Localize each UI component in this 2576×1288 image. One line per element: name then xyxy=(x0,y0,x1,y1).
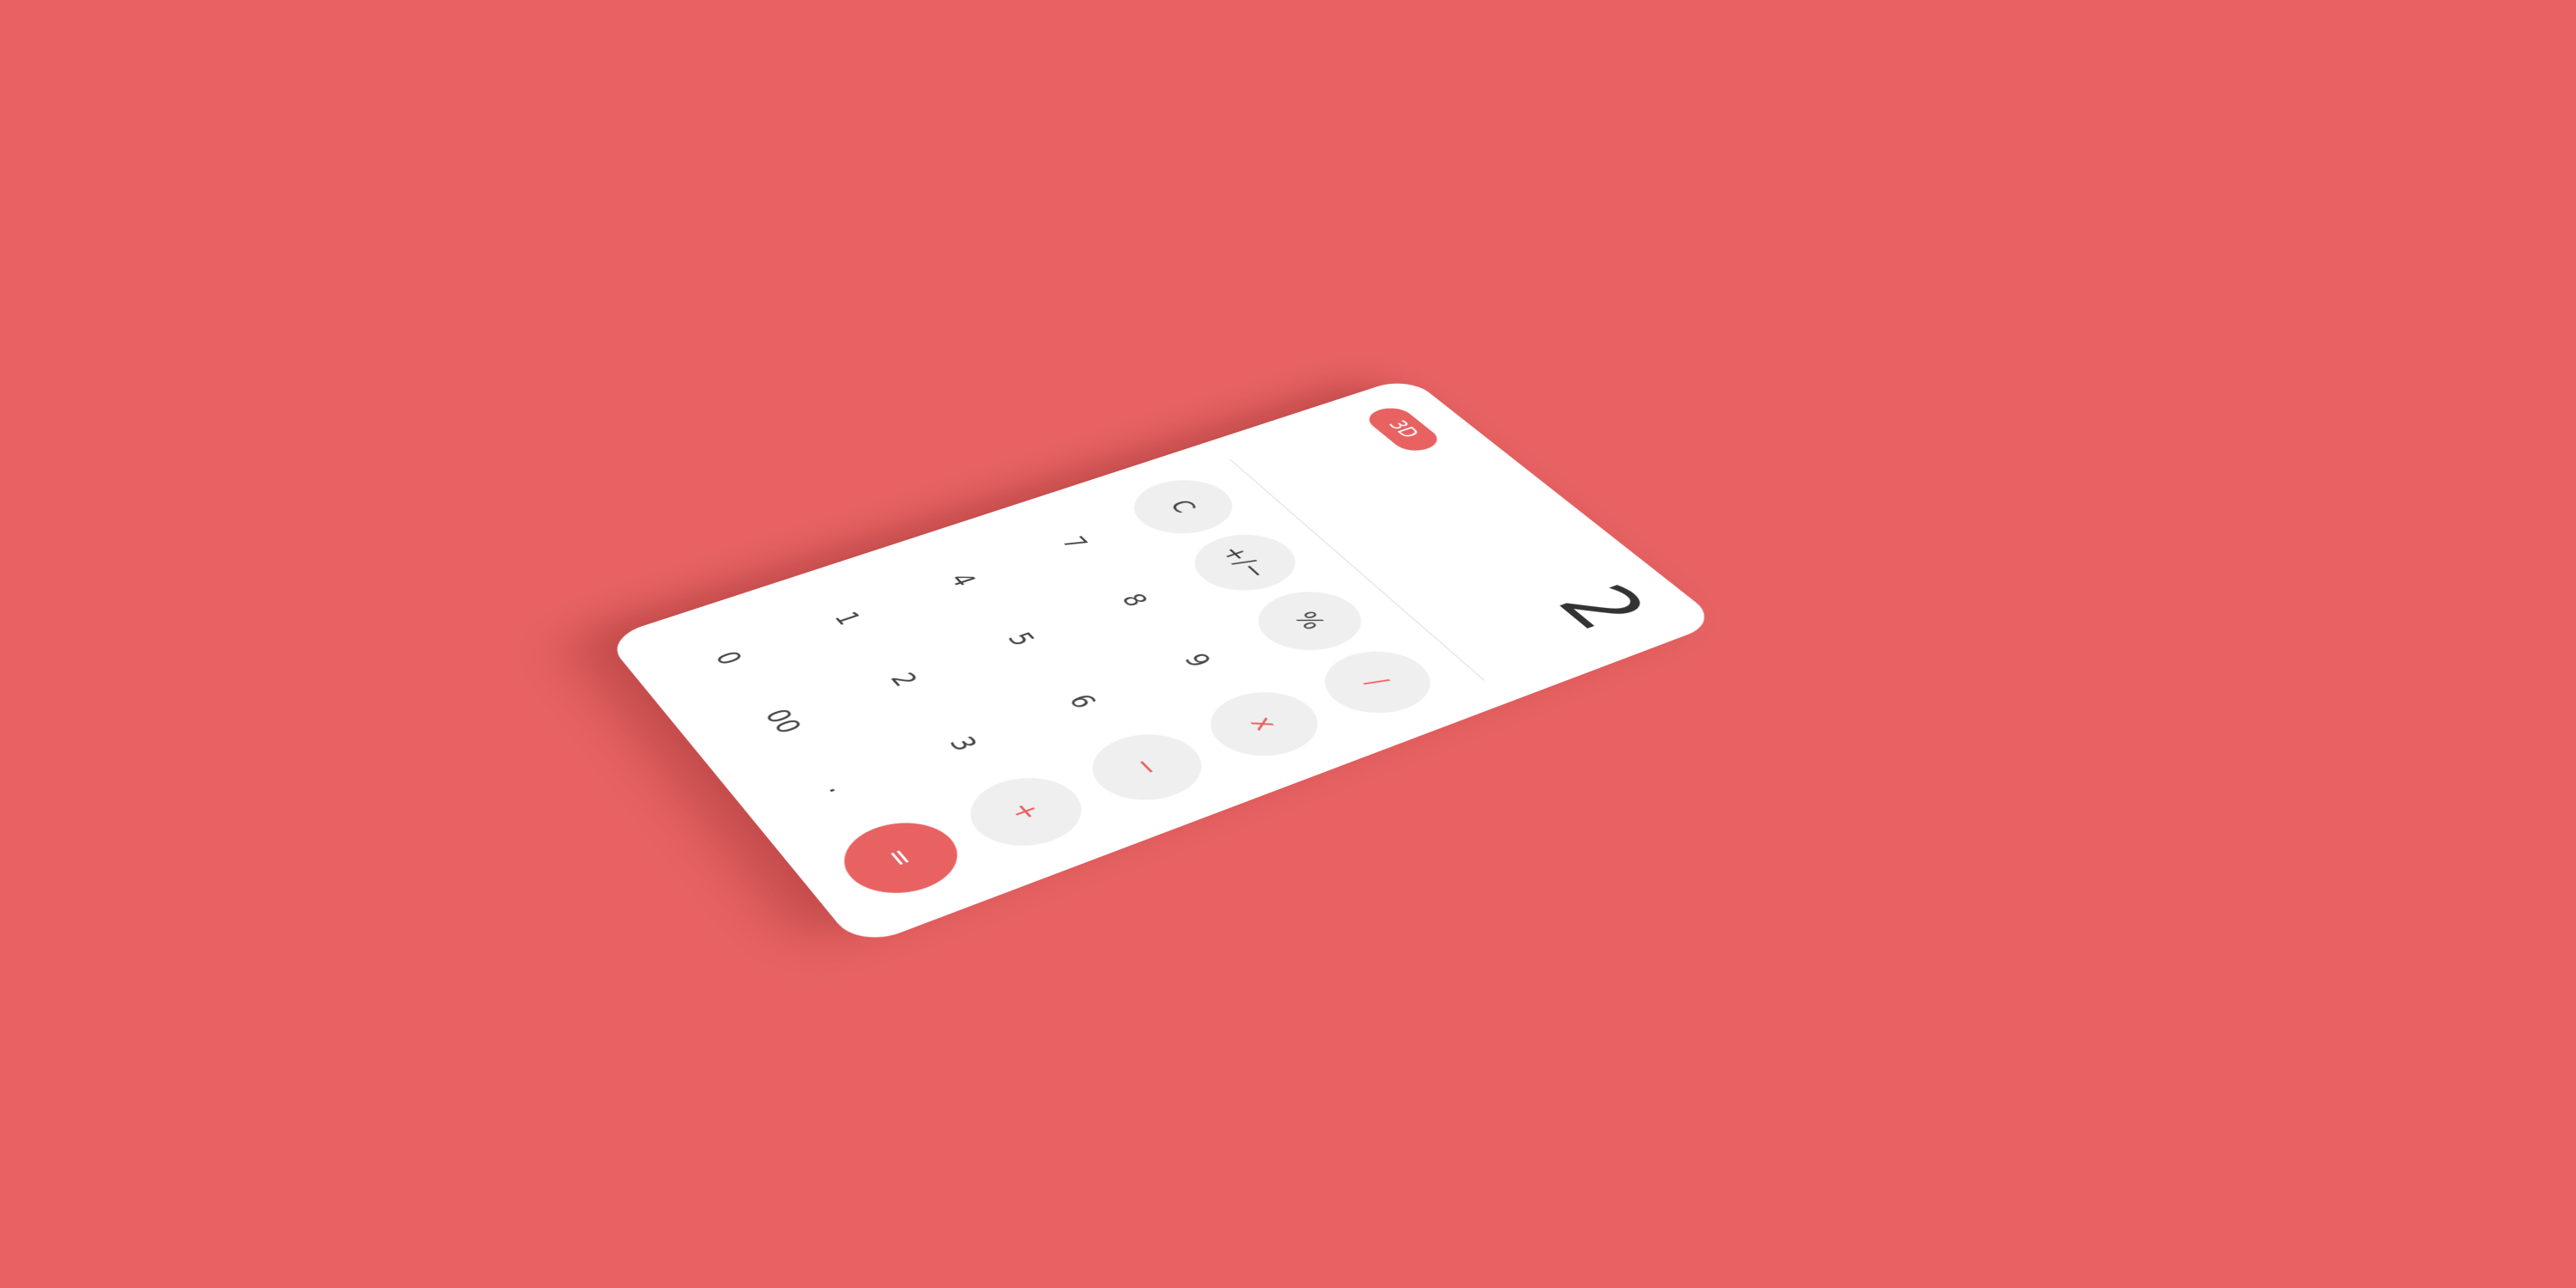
digit-2-button[interactable]: 2 xyxy=(834,638,975,722)
digit-8-button[interactable]: 8 xyxy=(1066,561,1205,640)
digit-6-button[interactable]: 6 xyxy=(1011,659,1155,745)
digit-9-button[interactable]: 9 xyxy=(1127,619,1270,702)
multiply-button[interactable]: x xyxy=(1190,680,1338,769)
digit-1-button[interactable]: 1 xyxy=(779,579,917,659)
display-value: 2 xyxy=(1534,574,1670,641)
decimal-button[interactable]: . xyxy=(767,743,914,835)
add-button[interactable]: + xyxy=(951,765,1102,859)
percent-button[interactable]: % xyxy=(1238,580,1381,662)
digit-3-button[interactable]: 3 xyxy=(890,700,1036,788)
double-zero-button[interactable]: 00 xyxy=(712,678,855,765)
calculator-panel: 3D 2 C +/− % / 7 8 9 x 4 5 6 − 1 2 3 + 0 xyxy=(604,376,1722,949)
keypad: C +/− % / 7 8 9 x 4 5 6 − 1 2 3 + 0 00 .… xyxy=(642,462,1468,918)
3d-mode-toggle[interactable]: 3D xyxy=(1360,404,1446,455)
digit-0-button[interactable]: 0 xyxy=(659,617,799,700)
divide-button[interactable]: / xyxy=(1304,640,1451,725)
digit-5-button[interactable]: 5 xyxy=(951,599,1092,681)
toggle-sign-button[interactable]: +/− xyxy=(1176,524,1315,601)
digit-4-button[interactable]: 4 xyxy=(895,542,1031,620)
subtract-button[interactable]: − xyxy=(1072,722,1222,813)
digit-7-button[interactable]: 7 xyxy=(1007,506,1143,581)
clear-button[interactable]: C xyxy=(1115,470,1251,544)
equals-button[interactable]: = xyxy=(824,810,977,907)
scene: 3D 2 C +/− % / 7 8 9 x 4 5 6 − 1 2 3 + 0 xyxy=(0,0,2576,1288)
